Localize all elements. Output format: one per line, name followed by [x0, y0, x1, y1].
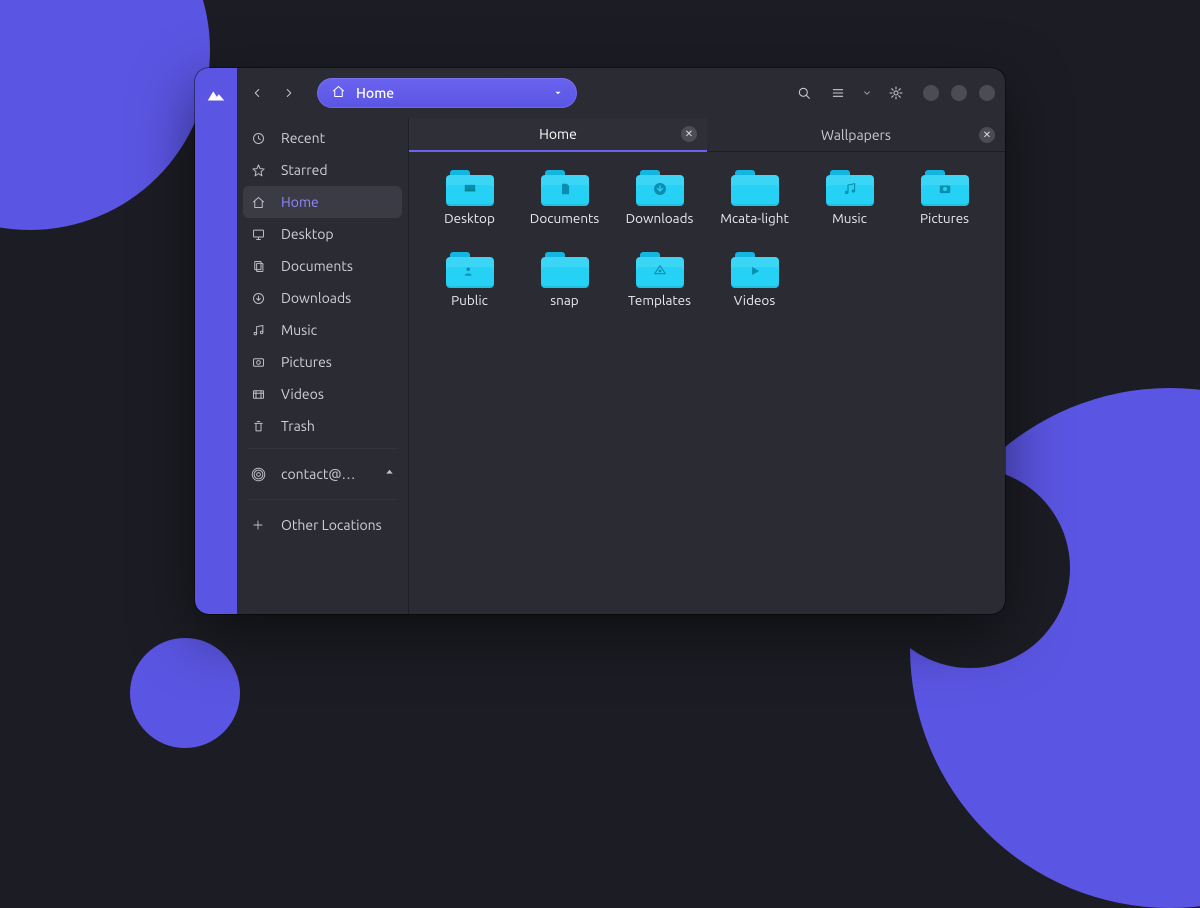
folder-downloads[interactable]: Downloads [613, 170, 706, 248]
path-dropdown-icon[interactable] [553, 85, 563, 101]
folder-templates[interactable]: Templates [613, 252, 706, 330]
folder-pictures[interactable]: Pictures [898, 170, 991, 248]
path-bar[interactable]: Home [317, 78, 577, 108]
sidebar-item-label: Trash [281, 418, 315, 434]
tab-wallpapers[interactable]: Wallpapers ✕ [707, 118, 1005, 152]
folder-label: snap [550, 292, 578, 308]
tab-home[interactable]: Home ✕ [409, 118, 707, 152]
sidebar-item-pictures[interactable]: Pictures [237, 346, 408, 378]
desktop-icon [249, 227, 267, 242]
folder-label: Music [832, 210, 867, 226]
view-dropdown-button[interactable] [857, 78, 877, 108]
sidebar-item-other-locations[interactable]: Other Locations [237, 506, 408, 544]
sidebar-item-desktop[interactable]: Desktop [237, 218, 408, 250]
videos-icon [249, 387, 267, 402]
home-icon [249, 195, 267, 210]
folder-label: Documents [530, 210, 599, 226]
folder-icon [541, 252, 589, 288]
sidebar-item-label: contact@… [281, 466, 356, 482]
window-close-button[interactable] [979, 85, 995, 101]
divider [247, 448, 398, 449]
folder-desktop[interactable]: Desktop [423, 170, 516, 248]
sidebar-item-label: Pictures [281, 354, 332, 370]
file-manager-window: Home [195, 68, 1005, 614]
sidebar-item-music[interactable]: Music [237, 314, 408, 346]
sidebar-item-downloads[interactable]: Downloads [237, 282, 408, 314]
folder-snap[interactable]: snap [518, 252, 611, 330]
sidebar-item-documents[interactable]: Documents [237, 250, 408, 282]
tab-bar: Home ✕ Wallpapers ✕ [409, 118, 1005, 152]
eject-icon[interactable] [383, 466, 396, 482]
folder-icon [826, 170, 874, 206]
sidebar-item-videos[interactable]: Videos [237, 378, 408, 410]
folder-icon [921, 170, 969, 206]
network-icon [249, 467, 267, 482]
folder-documents[interactable]: Documents [518, 170, 611, 248]
folder-label: Downloads [626, 210, 694, 226]
search-button[interactable] [789, 78, 819, 108]
tab-label: Home [539, 126, 577, 142]
content-area: Home ✕ Wallpapers ✕ Desktop [409, 118, 1005, 614]
folder-label: Videos [734, 292, 775, 308]
folder-label: Desktop [444, 210, 495, 226]
star-icon [249, 163, 267, 178]
window-minimize-button[interactable] [923, 85, 939, 101]
sidebar-item-trash[interactable]: Trash [237, 410, 408, 442]
plus-icon [249, 518, 267, 532]
sidebar-item-label: Videos [281, 386, 324, 402]
folder-label: Mcata-light [720, 210, 789, 226]
sidebar-item-label: Starred [281, 162, 328, 178]
downloads-icon [249, 291, 267, 306]
bg-blob [130, 638, 240, 748]
sidebar: Recent Starred Home Desktop Documents [237, 118, 409, 614]
trash-icon [249, 419, 267, 434]
divider [247, 499, 398, 500]
pictures-icon [249, 355, 267, 370]
tab-label: Wallpapers [821, 127, 891, 143]
folder-icon [636, 170, 684, 206]
folder-public[interactable]: Public [423, 252, 516, 330]
sidebar-item-label: Downloads [281, 290, 351, 306]
clock-icon [249, 131, 267, 146]
header-bar: Home [237, 68, 1005, 118]
path-label: Home [356, 85, 394, 101]
home-icon [331, 84, 346, 102]
folder-icon [446, 252, 494, 288]
sidebar-item-starred[interactable]: Starred [237, 154, 408, 186]
mountains-logo-icon [205, 84, 227, 109]
sidebar-item-label: Other Locations [281, 517, 382, 533]
sidebar-item-label: Recent [281, 130, 325, 146]
sidebar-item-home[interactable]: Home [243, 186, 402, 218]
folder-label: Templates [628, 292, 691, 308]
sidebar-item-label: Home [281, 194, 319, 210]
folder-icon [636, 252, 684, 288]
folder-icon [731, 252, 779, 288]
folder-music[interactable]: Music [803, 170, 896, 248]
folder-label: Pictures [920, 210, 969, 226]
folder-label: Public [451, 292, 488, 308]
folder-icon [731, 170, 779, 206]
music-icon [249, 323, 267, 338]
tab-close-button[interactable]: ✕ [979, 127, 995, 143]
hamburger-menu-button[interactable] [881, 78, 911, 108]
window-maximize-button[interactable] [951, 85, 967, 101]
sidebar-item-recent[interactable]: Recent [237, 122, 408, 154]
sidebar-item-label: Documents [281, 258, 353, 274]
sidebar-item-label: Music [281, 322, 317, 338]
folder-videos[interactable]: Videos [708, 252, 801, 330]
icon-grid: Desktop Documents Downloads Mcata-light [409, 152, 1005, 614]
activities-ribbon[interactable] [195, 68, 237, 614]
folder-icon [446, 170, 494, 206]
folder-mcata-light[interactable]: Mcata-light [708, 170, 801, 248]
sidebar-item-label: Desktop [281, 226, 334, 242]
forward-button[interactable] [275, 78, 303, 108]
bg-blob [0, 0, 210, 230]
sidebar-item-network-mount[interactable]: contact@… [237, 455, 408, 493]
view-list-button[interactable] [823, 78, 853, 108]
back-button[interactable] [243, 78, 271, 108]
documents-icon [249, 259, 267, 274]
tab-close-button[interactable]: ✕ [681, 126, 697, 142]
folder-icon [541, 170, 589, 206]
